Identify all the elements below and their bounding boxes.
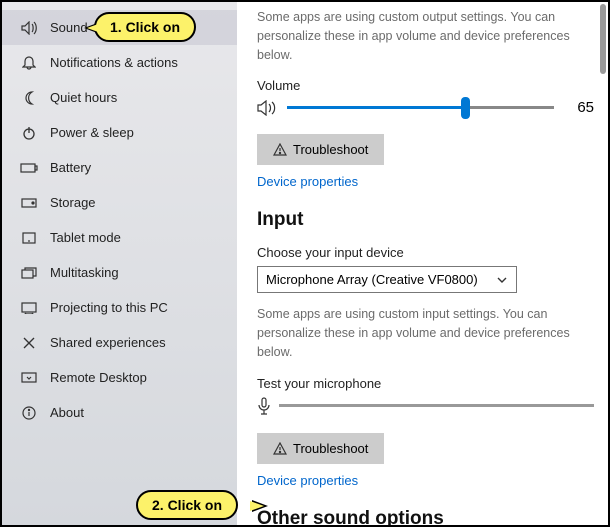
battery-icon [20,163,38,173]
share-icon [20,336,38,350]
test-mic-label: Test your microphone [257,376,594,391]
sound-icon [20,21,38,35]
sidebar-label: Tablet mode [50,230,121,245]
warning-icon [273,143,287,156]
sidebar-item-battery[interactable]: Battery [2,150,237,185]
sidebar-item-power-sleep[interactable]: Power & sleep [2,115,237,150]
annotation-callout-1: 1. Click on [94,12,196,42]
output-troubleshoot-button[interactable]: Troubleshoot [257,134,384,165]
bell-icon [20,55,38,71]
sidebar-item-remote-desktop[interactable]: Remote Desktop [2,360,237,395]
volume-label: Volume [257,78,594,93]
other-options-heading: Other sound options [257,508,594,526]
sidebar-label: Power & sleep [50,125,134,140]
sidebar-item-shared-exp[interactable]: Shared experiences [2,325,237,360]
sidebar-label: About [50,405,84,420]
moon-icon [20,91,38,105]
output-device-properties-link[interactable]: Device properties [257,174,358,189]
sidebar-item-projecting[interactable]: Projecting to this PC [2,290,237,325]
sidebar-label: Battery [50,160,91,175]
output-description: Some apps are using custom output settin… [257,8,594,64]
microphone-icon [257,397,271,415]
annotation-callout-2: 2. Click on [136,490,238,520]
sidebar-label: Projecting to this PC [50,300,168,315]
volume-slider[interactable] [287,106,554,109]
sidebar-item-storage[interactable]: Storage [2,185,237,220]
input-description: Some apps are using custom input setting… [257,305,594,361]
sidebar-item-quiet-hours[interactable]: Quiet hours [2,80,237,115]
sidebar-label: Multitasking [50,265,119,280]
sidebar-label: Storage [50,195,96,210]
power-icon [20,126,38,140]
settings-content: Some apps are using custom output settin… [237,2,608,525]
choose-input-label: Choose your input device [257,245,594,260]
project-icon [20,302,38,314]
multitask-icon [20,267,38,279]
remote-icon [20,372,38,384]
input-device-properties-link[interactable]: Device properties [257,473,358,488]
sidebar-item-about[interactable]: About [2,395,237,430]
scrollbar[interactable] [600,4,606,74]
sidebar-label: Sound [50,20,88,35]
warning-icon [273,442,287,455]
input-troubleshoot-button[interactable]: Troubleshoot [257,433,384,464]
speaker-icon [257,100,277,116]
input-device-dropdown[interactable]: Microphone Array (Creative VF0800) [257,266,517,293]
sidebar-item-multitasking[interactable]: Multitasking [2,255,237,290]
chevron-down-icon [496,276,508,284]
sidebar-label: Quiet hours [50,90,117,105]
sidebar-label: Remote Desktop [50,370,147,385]
mic-level-bar [279,404,594,407]
sidebar-item-tablet-mode[interactable]: Tablet mode [2,220,237,255]
volume-value: 65 [564,99,594,116]
sidebar-item-notifications[interactable]: Notifications & actions [2,45,237,80]
tablet-icon [20,232,38,244]
settings-sidebar: Sound Notifications & actions Quiet hour… [2,2,237,525]
drive-icon [20,198,38,208]
sidebar-label: Shared experiences [50,335,166,350]
input-heading: Input [257,209,594,231]
sidebar-label: Notifications & actions [50,55,178,70]
info-icon [20,406,38,420]
